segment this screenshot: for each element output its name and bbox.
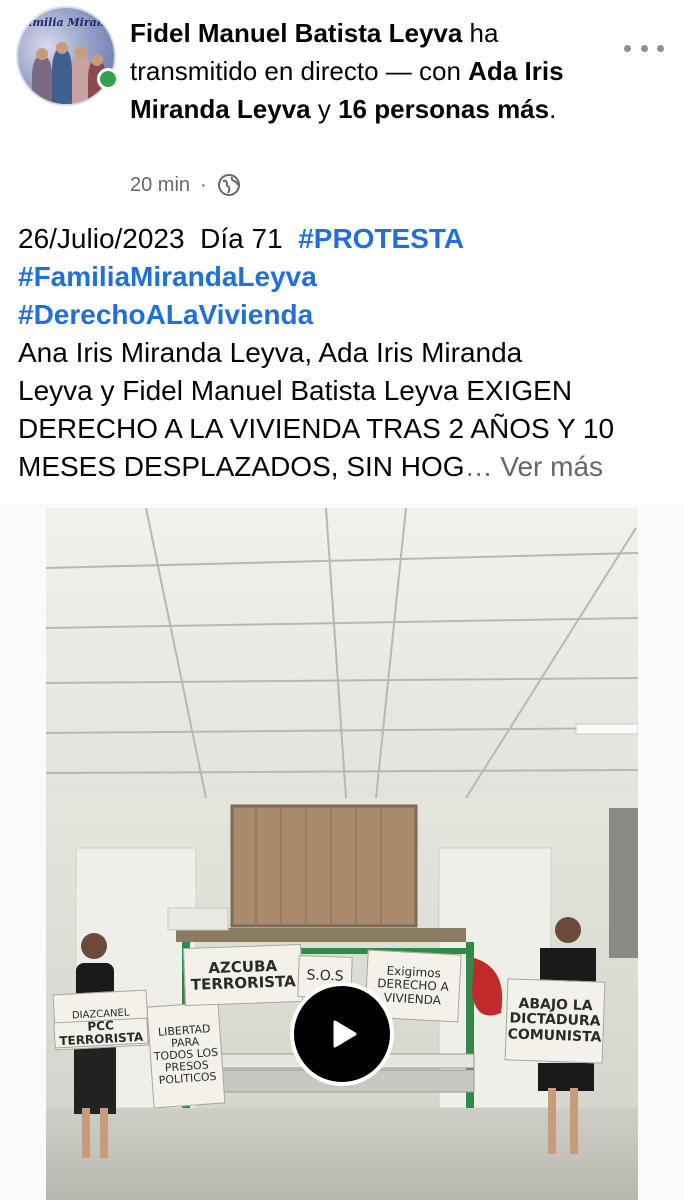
hashtag-protesta[interactable]: #PROTESTA	[298, 223, 464, 254]
post-day: Día 71	[200, 223, 283, 254]
tagged-others-link[interactable]: 16 personas más	[338, 94, 549, 124]
play-button[interactable]	[290, 982, 394, 1086]
avatar[interactable]: Familia Miranda Leyva	[16, 6, 116, 106]
more-options-icon[interactable]	[624, 38, 664, 58]
protest-sign: PCC TERRORISTA	[53, 1017, 149, 1049]
post-meta: 20 min ·	[130, 170, 241, 200]
author-name[interactable]: Fidel Manuel Batista Leyva	[130, 18, 462, 48]
profile-picture[interactable]: Familia Miranda Leyva	[16, 6, 116, 106]
body-line: DERECHO A LA VIVIENDA TRAS 2 AÑOS Y 10	[18, 413, 615, 444]
ellipsis: …	[464, 451, 493, 482]
avatar-banner-text: Familia Miranda Leyva	[18, 16, 116, 29]
meta-separator: ·	[200, 173, 207, 196]
body-line: Leyva y Fidel Manuel Batista Leyva EXIGE…	[18, 375, 573, 406]
body-line: MESES DESPLAZADOS, SIN HOG	[18, 451, 465, 482]
post-timestamp[interactable]: 20 min	[130, 174, 190, 197]
protesters-illustration	[74, 917, 596, 1158]
play-icon	[333, 1020, 357, 1048]
video-player[interactable]: DIAZCANEL ASESINO PCC TERRORISTA LIBERTA…	[46, 508, 638, 1200]
online-status-dot	[97, 68, 119, 90]
protest-sign: AZCUBA TERRORISTA	[183, 943, 303, 1007]
protest-sign: ABAJO LA DICTADURA COMUNISTA	[504, 978, 606, 1064]
globe-icon	[217, 174, 240, 196]
post-text: 26/Julio/2023 Día 71 #PROTESTA #FamiliaM…	[18, 220, 668, 486]
see-more-link[interactable]: Ver más	[500, 451, 603, 482]
post-header-text: Fidel Manuel Batista Leyva ha transmitid…	[130, 18, 564, 124]
header-and-text: y	[310, 94, 339, 124]
hashtag-vivienda[interactable]: #DerechoALaVivienda	[18, 299, 313, 330]
post-date: 26/Julio/2023	[18, 223, 185, 254]
protest-sign: LIBERTAD PARA TODOS LOS PRESOS POLITICOS	[146, 1001, 226, 1109]
hashtag-familia[interactable]: #FamiliaMirandaLeyva	[18, 261, 317, 292]
body-line: Ana Iris Miranda Leyva, Ada Iris Miranda	[18, 337, 523, 368]
